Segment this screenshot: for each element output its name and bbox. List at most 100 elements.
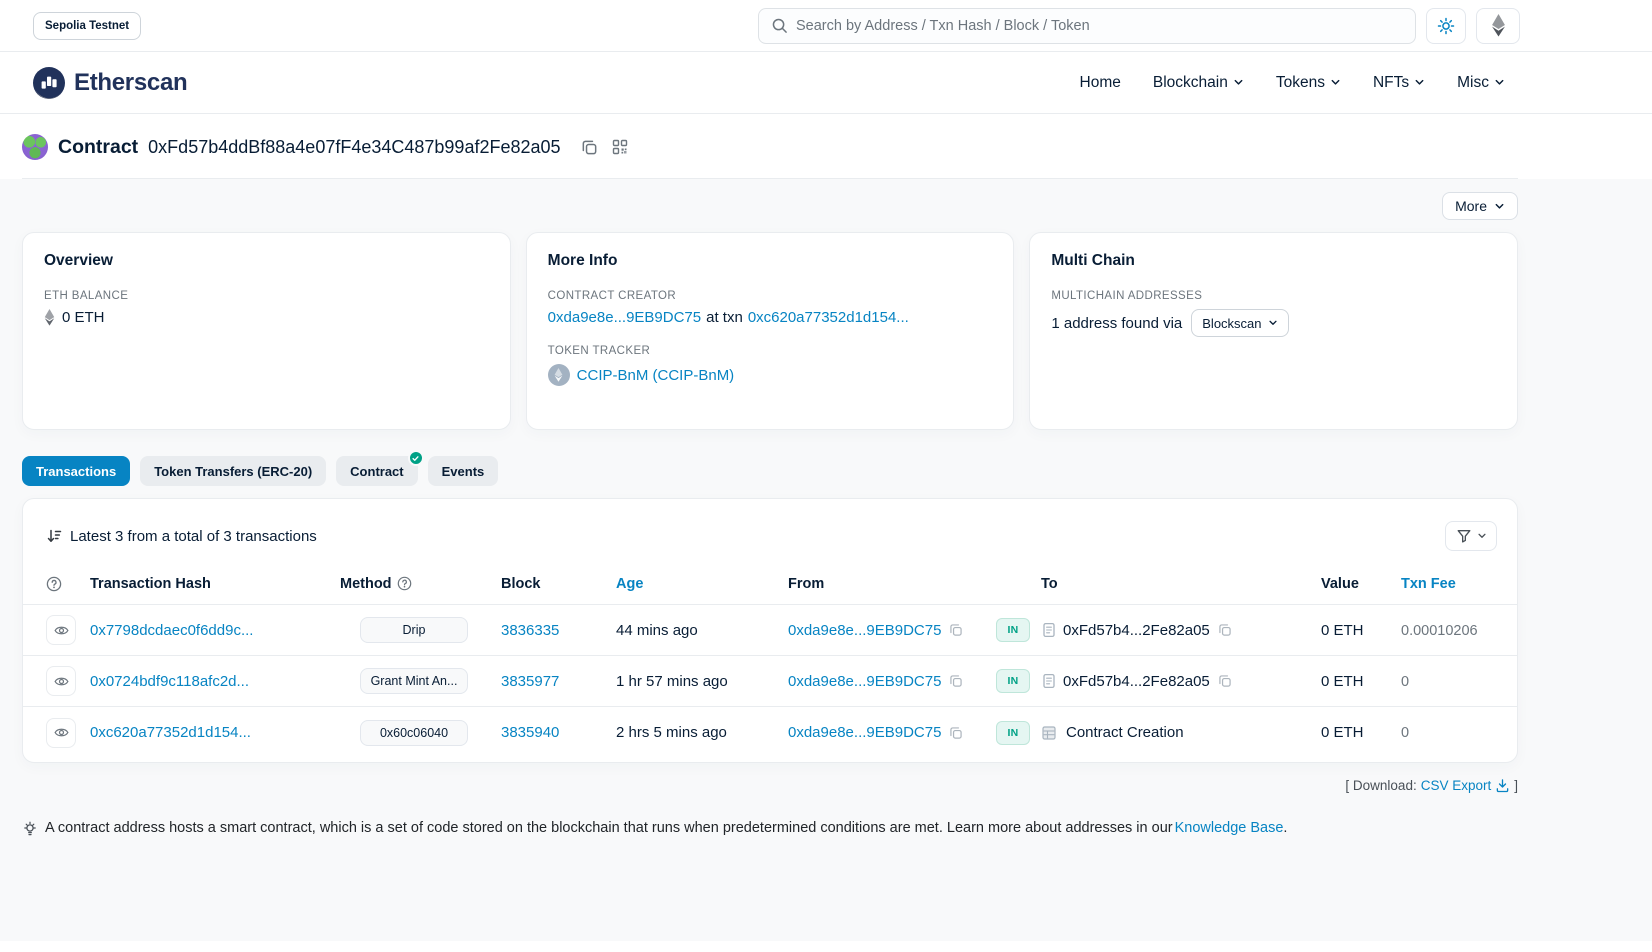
table-row: 0x7798dcdaec0f6dd9c... Drip 3836335 44 m… <box>23 605 1517 656</box>
nav-item-blockchain[interactable]: Blockchain <box>1153 74 1244 92</box>
network-selector-button[interactable] <box>1476 8 1520 44</box>
question-circle-icon[interactable] <box>46 576 62 592</box>
table-header-row: Transaction Hash Method Block Age From T… <box>23 563 1517 605</box>
copy-to-button[interactable] <box>1216 621 1234 639</box>
chevron-down-icon <box>1330 77 1341 88</box>
from-address-link[interactable]: 0xda9e8e...9EB9DC75 <box>788 622 941 639</box>
sort-descending-icon <box>46 528 62 544</box>
tab-bar: Transactions Token Transfers (ERC-20) Co… <box>22 456 1518 486</box>
blockscan-dropdown-button[interactable]: Blockscan <box>1191 309 1288 337</box>
nav-item-nfts[interactable]: NFTs <box>1373 74 1425 92</box>
creator-address-link[interactable]: 0xda9e8e...9EB9DC75 <box>548 309 701 326</box>
search-icon <box>771 17 788 34</box>
tab-label: Contract <box>350 464 403 479</box>
contract-creation-icon <box>1041 725 1057 741</box>
direction-in-badge: IN <box>996 618 1030 642</box>
age-text: 2 hrs 5 mins ago <box>616 724 727 741</box>
eye-icon <box>54 674 69 689</box>
column-header-hash: Transaction Hash <box>90 576 340 592</box>
document-icon <box>1041 673 1057 689</box>
copy-to-button[interactable] <box>1216 672 1234 690</box>
download-icon <box>1495 778 1510 793</box>
eth-balance-label: ETH BALANCE <box>44 290 489 302</box>
multichain-card: Multi Chain MULTICHAIN ADDRESSES 1 addre… <box>1029 232 1518 430</box>
preview-txn-button[interactable] <box>46 615 76 645</box>
chevron-down-icon <box>1477 531 1487 541</box>
table-row: 0xc620a77352d1d154... 0x60c06040 3835940… <box>23 707 1517 758</box>
preview-txn-button[interactable] <box>46 666 76 696</box>
copy-from-button[interactable] <box>947 672 965 690</box>
from-address-link[interactable]: 0xda9e8e...9EB9DC75 <box>788 673 941 690</box>
knowledge-base-link[interactable]: Knowledge Base <box>1175 820 1284 836</box>
tab-token-transfers[interactable]: Token Transfers (ERC-20) <box>140 456 326 486</box>
nav-item-tokens[interactable]: Tokens <box>1276 74 1341 92</box>
more-label: More <box>1455 198 1487 214</box>
note-suffix: . <box>1283 820 1287 836</box>
copy-address-button[interactable] <box>579 137 600 158</box>
contract-address: 0xFd57b4ddBf88a4e07fF4e34C487b99af2Fe82a… <box>148 137 560 158</box>
qr-code-button[interactable] <box>610 137 630 157</box>
etherscan-logo[interactable]: Etherscan <box>33 67 187 99</box>
csv-export-link[interactable]: CSV Export <box>1421 778 1492 793</box>
topbar: Sepolia Testnet <box>0 0 1652 52</box>
more-dropdown-button[interactable]: More <box>1442 192 1518 220</box>
tab-label: Transactions <box>36 464 116 479</box>
filter-button[interactable] <box>1445 521 1497 551</box>
eth-balance-value: 0 ETH <box>62 309 105 326</box>
chevron-down-icon <box>1233 77 1244 88</box>
txn-hash-link[interactable]: 0x7798dcdaec0f6dd9c... <box>90 622 253 639</box>
txn-fee-text: 0.00010206 <box>1401 623 1478 639</box>
nav-item-home[interactable]: Home <box>1080 74 1121 92</box>
eye-icon <box>54 725 69 740</box>
value-text: 0 ETH <box>1321 724 1364 741</box>
main-navbar: Etherscan Home Blockchain Tokens NFTs Mi… <box>0 52 1652 114</box>
from-address-link[interactable]: 0xda9e8e...9EB9DC75 <box>788 724 941 741</box>
token-tracker-label: TOKEN TRACKER <box>548 345 993 357</box>
lightbulb-icon <box>22 821 38 837</box>
ethereum-icon <box>44 309 55 326</box>
theme-toggle-button[interactable] <box>1426 8 1466 44</box>
txn-hash-link[interactable]: 0xc620a77352d1d154... <box>90 724 251 741</box>
verified-check-badge-icon <box>408 450 424 466</box>
column-header-value: Value <box>1321 576 1401 592</box>
creation-txn-link[interactable]: 0xc620a77352d1d154... <box>748 309 909 326</box>
tab-events[interactable]: Events <box>428 456 499 486</box>
block-link[interactable]: 3835940 <box>501 724 559 741</box>
chevron-down-icon <box>1494 201 1505 212</box>
card-title: More Info <box>548 252 993 270</box>
footer-note: A contract address hosts a smart contrac… <box>22 820 1518 837</box>
table-row: 0x0724bdf9c118afc2d... Grant Mint An... … <box>23 656 1517 707</box>
chevron-down-icon <box>1494 77 1505 88</box>
transactions-summary-text: Latest 3 from a total of 3 transactions <box>70 528 317 545</box>
block-link[interactable]: 3836335 <box>501 622 559 639</box>
more-info-card: More Info CONTRACT CREATOR 0xda9e8e...9E… <box>526 232 1015 430</box>
direction-in-badge: IN <box>996 721 1030 745</box>
question-circle-icon[interactable] <box>397 576 412 591</box>
nav-item-misc[interactable]: Misc <box>1457 74 1505 92</box>
network-badge-button[interactable]: Sepolia Testnet <box>33 12 141 40</box>
tab-label: Events <box>442 464 485 479</box>
copy-from-button[interactable] <box>947 621 965 639</box>
copy-icon <box>581 139 598 156</box>
sun-icon <box>1437 17 1455 35</box>
token-tracker-link[interactable]: CCIP-BnM (CCIP-BnM) <box>577 367 735 384</box>
column-header-fee[interactable]: Txn Fee <box>1401 576 1494 592</box>
block-link[interactable]: 3835977 <box>501 673 559 690</box>
brand-name: Etherscan <box>74 69 187 97</box>
contract-creator-label: CONTRACT CREATOR <box>548 290 993 302</box>
qr-code-icon <box>612 139 628 155</box>
search-box[interactable] <box>758 8 1416 44</box>
copy-icon <box>949 674 963 688</box>
tab-transactions[interactable]: Transactions <box>22 456 130 486</box>
token-logo-icon <box>548 364 570 386</box>
column-header-age[interactable]: Age <box>616 576 788 592</box>
search-input[interactable] <box>796 18 1403 34</box>
download-suffix-text: ] <box>1514 778 1518 793</box>
preview-txn-button[interactable] <box>46 718 76 748</box>
txn-hash-link[interactable]: 0x0724bdf9c118afc2d... <box>90 673 249 690</box>
copy-from-button[interactable] <box>947 724 965 742</box>
address-identicon-avatar <box>22 134 48 160</box>
age-text: 1 hr 57 mins ago <box>616 673 728 690</box>
tab-contract[interactable]: Contract <box>336 456 417 486</box>
creator-connector-text: at txn <box>706 309 743 326</box>
